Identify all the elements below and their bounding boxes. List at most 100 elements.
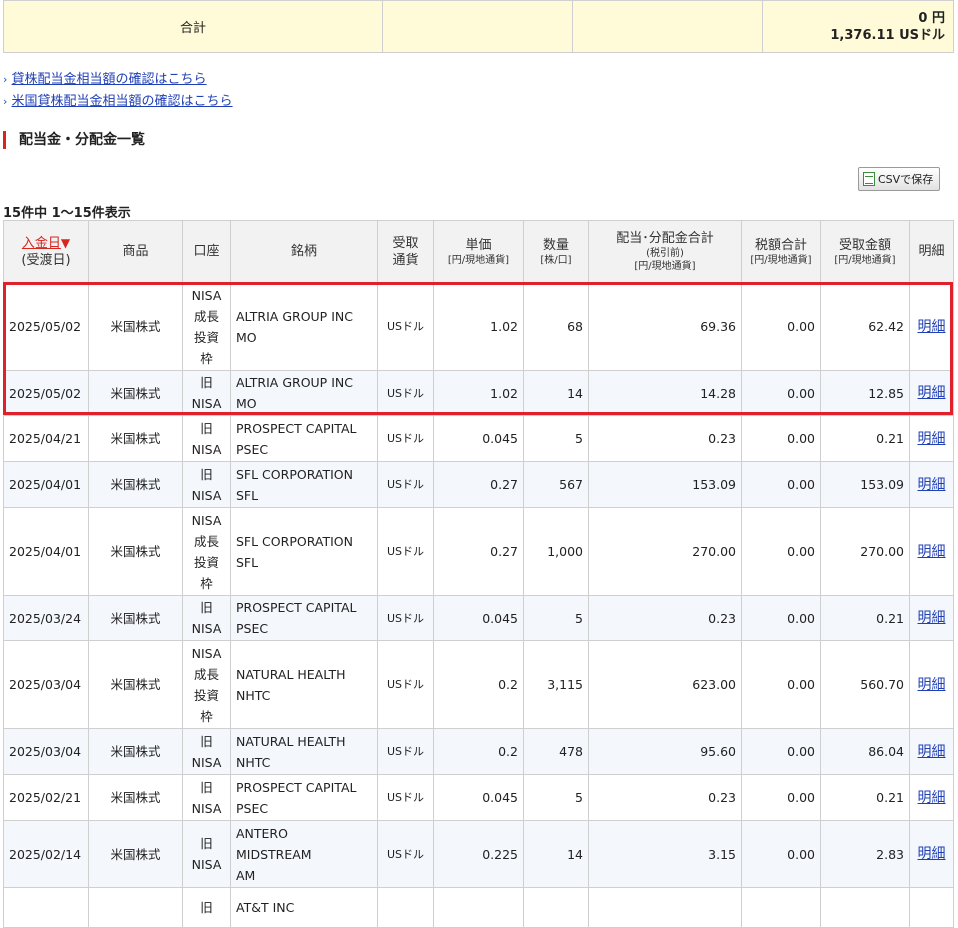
col-header-total-label: 配当･分配金合計	[616, 231, 714, 246]
row-currency	[377, 887, 434, 928]
row-product: 米国株式	[88, 774, 183, 821]
detail-link[interactable]: 明細	[918, 846, 946, 862]
row-tax: 0.00	[741, 640, 821, 729]
row-name: PROSPECT CAPITAL PSEC	[230, 774, 378, 821]
detail-link[interactable]: 明細	[918, 385, 946, 401]
row-total: 0.23	[588, 774, 742, 821]
col-header-currency-line2: 通貨	[392, 252, 419, 268]
row-date: 2025/05/02	[3, 282, 89, 371]
col-header-unit-price-label: 単価	[465, 237, 492, 253]
col-header-name: 銘柄	[230, 220, 378, 283]
sort-desc-icon: ▼	[60, 235, 71, 250]
row-name: SFL CORPORATION SFL	[230, 507, 378, 596]
row-account: 旧 NISA	[182, 415, 231, 462]
row-currency: USドル	[377, 728, 434, 775]
row-total: 153.09	[588, 461, 742, 508]
row-product: 米国株式	[88, 415, 183, 462]
arrow-right-icon: ›	[3, 73, 8, 86]
row-account: 旧 NISA	[182, 774, 231, 821]
row-currency: USドル	[377, 370, 434, 416]
row-total: 3.15	[588, 820, 742, 888]
row-tax: 0.00	[741, 507, 821, 596]
row-tax: 0.00	[741, 282, 821, 371]
col-header-date-sub: (受渡日)	[21, 252, 71, 268]
lending-dividend-link-line: › 貸株配当金相当額の確認はこちら	[3, 68, 207, 87]
row-detail-cell: 明細	[909, 370, 954, 416]
row-unit-price: 0.045	[433, 774, 524, 821]
col-header-date[interactable]: 入金日▼ (受渡日)	[3, 220, 89, 283]
us-lending-dividend-link[interactable]: 米国貸株配当金相当額の確認はこちら	[12, 94, 233, 109]
col-header-quantity: 数量 [株/口]	[523, 220, 589, 283]
row-currency: USドル	[377, 507, 434, 596]
row-received	[820, 887, 910, 928]
row-detail-cell: 明細	[909, 820, 954, 888]
col-header-tax: 税額合計 [円/現地通貨]	[741, 220, 821, 283]
table-row: 2025/05/02 米国株式 NISA 成長 投資枠 ALTRIA GROUP INC M…	[3, 282, 954, 371]
row-detail-cell: 明細	[909, 415, 954, 462]
col-header-tax-label: 税額合計	[754, 237, 807, 253]
result-count: 15件中 1～15件表示	[3, 206, 131, 221]
row-date: 2025/03/04	[3, 728, 89, 775]
sort-by-date-link[interactable]: 入金日	[22, 236, 61, 251]
row-quantity: 567	[523, 461, 589, 508]
detail-link[interactable]: 明細	[918, 431, 946, 447]
row-currency: USドル	[377, 774, 434, 821]
row-currency: USドル	[377, 461, 434, 508]
row-product: 米国株式	[88, 282, 183, 371]
col-header-total-sub2: [円/現地通貨]	[634, 261, 696, 272]
row-product	[88, 887, 183, 928]
row-date: 2025/05/02	[3, 370, 89, 416]
csv-save-button[interactable]: CSVで保存	[858, 167, 940, 191]
row-total: 95.60	[588, 728, 742, 775]
row-tax: 0.00	[741, 820, 821, 888]
row-name: ANTERO MIDSTREAM AM	[230, 820, 378, 888]
detail-link[interactable]: 明細	[918, 544, 946, 560]
row-detail-cell: 明細	[909, 461, 954, 508]
row-unit-price: 0.27	[433, 461, 524, 508]
table-row: 2025/04/21 米国株式旧 NISA PROSPECT CAPITAL PSEC U…	[3, 415, 954, 462]
spreadsheet-icon	[863, 172, 875, 186]
row-currency: USドル	[377, 415, 434, 462]
row-account: NISA 成長 投資枠	[182, 507, 231, 596]
col-header-product: 商品	[88, 220, 183, 283]
row-received: 270.00	[820, 507, 910, 596]
row-tax: 0.00	[741, 774, 821, 821]
row-total: 623.00	[588, 640, 742, 729]
col-header-currency-line1: 受取	[392, 235, 419, 251]
row-account: NISA 成長 投資枠	[182, 640, 231, 729]
row-received: 0.21	[820, 774, 910, 821]
row-received: 153.09	[820, 461, 910, 508]
row-account: 旧 NISA	[182, 728, 231, 775]
col-header-received-label: 受取金額	[838, 237, 891, 253]
detail-link[interactable]: 明細	[918, 744, 946, 760]
row-currency: USドル	[377, 282, 434, 371]
row-tax	[741, 887, 821, 928]
row-unit-price: 0.045	[433, 415, 524, 462]
row-detail-cell: 明細	[909, 595, 954, 641]
detail-link[interactable]: 明細	[918, 319, 946, 335]
row-name: PROSPECT CAPITAL PSEC	[230, 595, 378, 641]
us-lending-dividend-link-line: › 米国貸株配当金相当額の確認はこちら	[3, 90, 233, 109]
row-received: 2.83	[820, 820, 910, 888]
col-header-quantity-label: 数量	[542, 237, 569, 253]
table-row: 2025/03/24 米国株式旧 NISA PROSPECT CAPITAL PSEC U…	[3, 595, 954, 641]
detail-link[interactable]: 明細	[918, 790, 946, 806]
row-unit-price: 1.02	[433, 370, 524, 416]
row-received: 62.42	[820, 282, 910, 371]
lending-dividend-link[interactable]: 貸株配当金相当額の確認はこちら	[12, 72, 207, 87]
detail-link[interactable]: 明細	[918, 677, 946, 693]
row-date: 2025/04/01	[3, 507, 89, 596]
row-detail-cell: 明細	[909, 282, 954, 371]
row-account: 旧 NISA	[182, 370, 231, 416]
summary-amount-usd: 1,376.11 USドル	[830, 27, 945, 43]
row-total: 0.23	[588, 595, 742, 641]
detail-link[interactable]: 明細	[918, 477, 946, 493]
row-name: SFL CORPORATION SFL	[230, 461, 378, 508]
detail-link[interactable]: 明細	[918, 610, 946, 626]
col-header-unit-price: 単価 [円/現地通貨]	[433, 220, 524, 283]
table-row: 2025/03/04 米国株式 NISA 成長 投資枠 NATURAL HEALTH NHT…	[3, 640, 954, 729]
row-received: 0.21	[820, 415, 910, 462]
row-quantity	[523, 887, 589, 928]
row-product: 米国株式	[88, 507, 183, 596]
row-total: 14.28	[588, 370, 742, 416]
